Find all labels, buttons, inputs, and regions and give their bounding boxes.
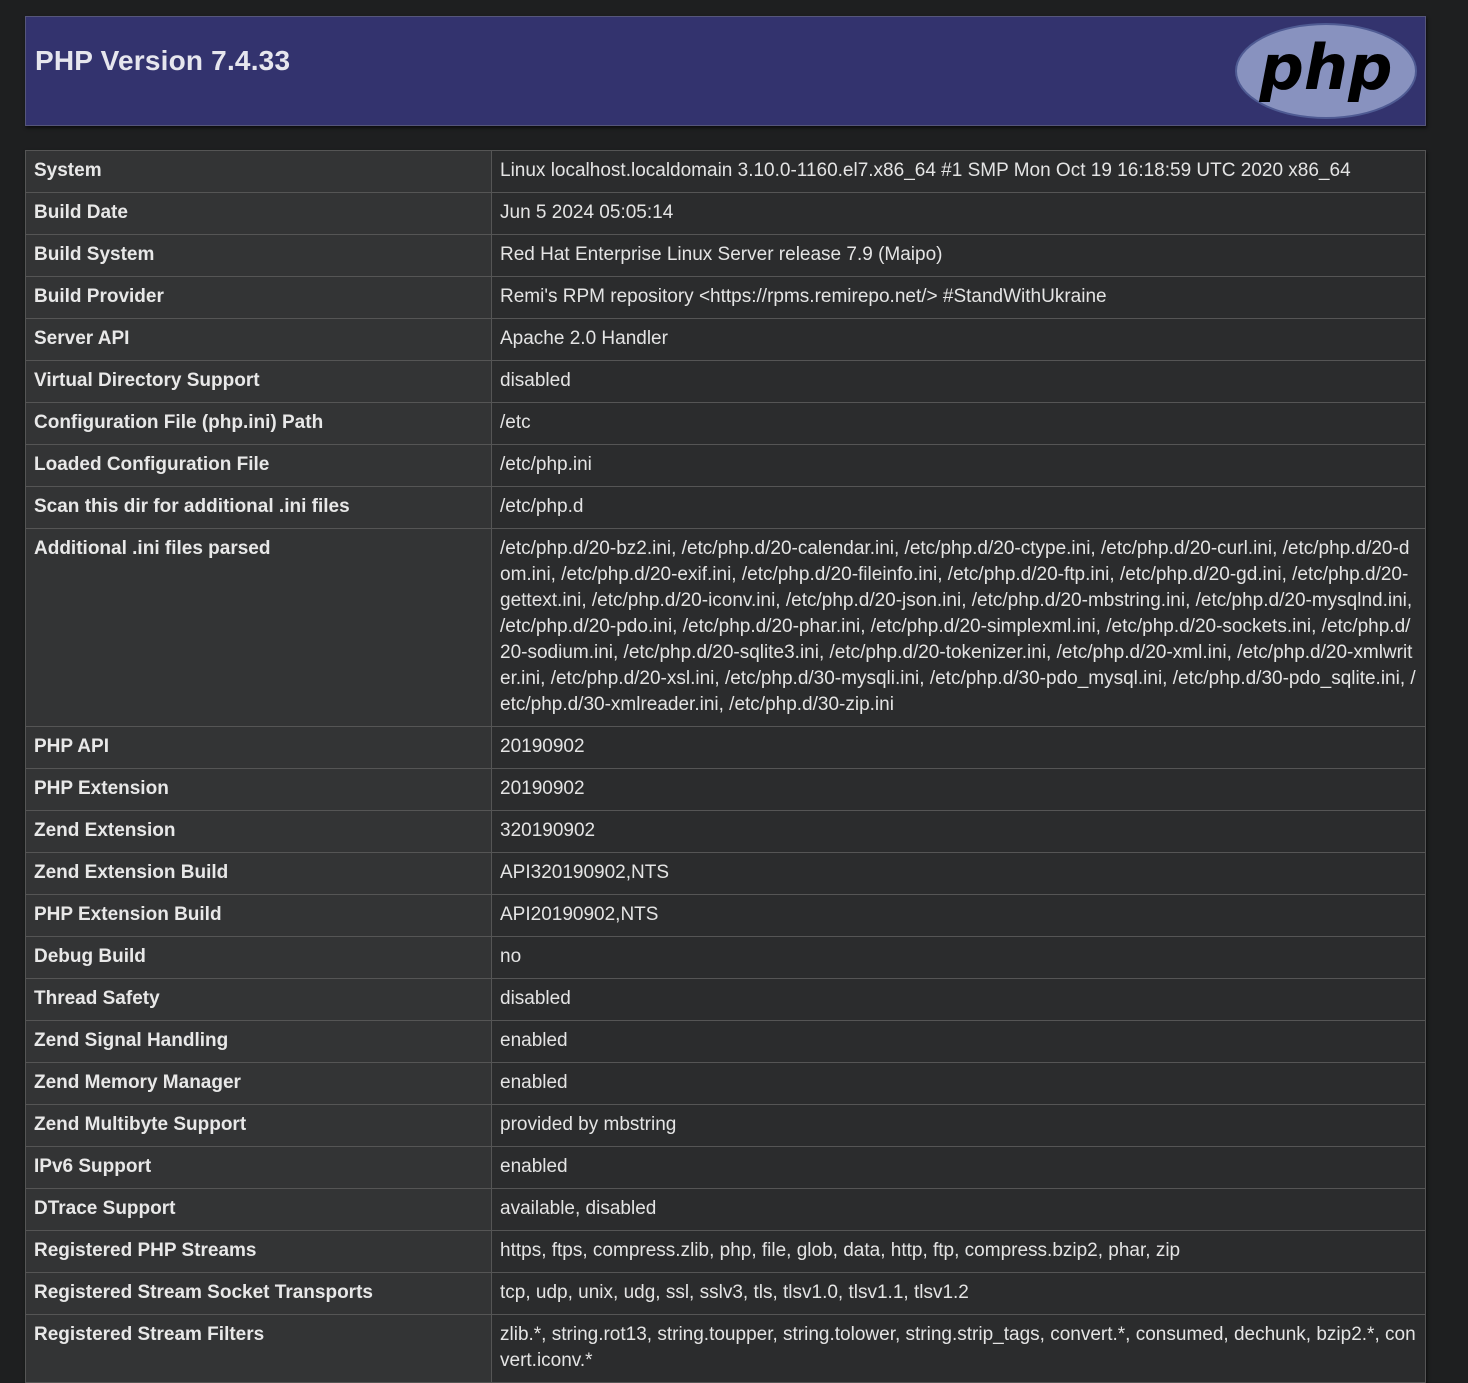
row-key: Registered Stream Filters (25, 1314, 492, 1383)
table-row: Zend Signal Handling enabled (25, 1020, 1426, 1063)
row-value: 20190902 (491, 726, 1426, 769)
table-row: Zend Memory Manager enabled (25, 1062, 1426, 1105)
row-key: Registered PHP Streams (25, 1230, 492, 1273)
row-key: DTrace Support (25, 1188, 492, 1231)
row-value: provided by mbstring (491, 1104, 1426, 1147)
row-value: disabled (491, 360, 1426, 403)
table-row: Registered Stream Filters zlib.*, string.… (25, 1314, 1426, 1383)
row-value: tcp, udp, unix, udg, ssl, sslv3, tls, tl… (491, 1272, 1426, 1315)
row-value: /etc/php.d (491, 486, 1426, 529)
row-value: Linux localhost.localdomain 3.10.0-1160.… (491, 150, 1426, 193)
row-key: PHP Extension Build (25, 894, 492, 937)
table-row: IPv6 Support enabled (25, 1146, 1426, 1189)
row-key: Configuration File (php.ini) Path (25, 402, 492, 445)
table-row: Scan this dir for additional .ini files /… (25, 486, 1426, 529)
table-row: Additional .ini files parsed/etc/php.d/2… (25, 528, 1426, 727)
table-row: System Linux localhost.localdomain 3.10.0… (25, 150, 1426, 193)
row-key: Build Provider (25, 276, 492, 319)
row-value: Apache 2.0 Handler (491, 318, 1426, 361)
info-table: System Linux localhost.localdomain 3.10.0… (25, 150, 1426, 1383)
version-header: PHP Version 7.4.33 php (25, 16, 1426, 126)
row-value: no (491, 936, 1426, 979)
table-row: PHP Extension Build API20190902,NTS (25, 894, 1426, 937)
row-value: disabled (491, 978, 1426, 1021)
table-row: Build Provider Remi's RPM repository <htt… (25, 276, 1426, 319)
row-value: /etc/php.ini (491, 444, 1426, 487)
table-row: PHP Extension 20190902 (25, 768, 1426, 811)
row-value: https, ftps, compress.zlib, php, file, g… (491, 1230, 1426, 1273)
row-key: Additional .ini files parsed (25, 528, 492, 727)
table-row: Zend Multibyte Support provided by mbstri… (25, 1104, 1426, 1147)
table-row: PHP API 20190902 (25, 726, 1426, 769)
row-key: IPv6 Support (25, 1146, 492, 1189)
table-row: Build Date Jun 5 2024 05:05:14 (25, 192, 1426, 235)
row-value: Jun 5 2024 05:05:14 (491, 192, 1426, 235)
row-key: Zend Extension (25, 810, 492, 853)
phpinfo-page: PHP Version 7.4.33 php System Linux local… (25, 16, 1426, 1383)
row-key: System (25, 150, 492, 193)
table-row: Server API Apache 2.0 Handler (25, 318, 1426, 361)
row-key: Zend Signal Handling (25, 1020, 492, 1063)
row-key: Debug Build (25, 936, 492, 979)
table-row: Virtual Directory Support disabled (25, 360, 1426, 403)
table-row: Registered Stream Socket Transports tcp, … (25, 1272, 1426, 1315)
row-key: Registered Stream Socket Transports (25, 1272, 492, 1315)
row-value: enabled (491, 1020, 1426, 1063)
row-key: PHP Extension (25, 768, 492, 811)
row-value: available, disabled (491, 1188, 1426, 1231)
row-value: enabled (491, 1146, 1426, 1189)
row-key: Build Date (25, 192, 492, 235)
row-key: Zend Multibyte Support (25, 1104, 492, 1147)
row-value: Remi's RPM repository <https://rpms.remi… (491, 276, 1426, 319)
row-value: enabled (491, 1062, 1426, 1105)
row-value: 320190902 (491, 810, 1426, 853)
table-row: DTrace Support available, disabled (25, 1188, 1426, 1231)
row-value: API20190902,NTS (491, 894, 1426, 937)
row-key: Virtual Directory Support (25, 360, 492, 403)
row-value: Red Hat Enterprise Linux Server release … (491, 234, 1426, 277)
table-row: Loaded Configuration File/etc/php.ini (25, 444, 1426, 487)
svg-text:php: php (1259, 31, 1393, 104)
row-key: Scan this dir for additional .ini files (25, 486, 492, 529)
row-key: Loaded Configuration File (25, 444, 492, 487)
page-title: PHP Version 7.4.33 (35, 45, 291, 76)
row-key: Server API (25, 318, 492, 361)
php-logo[interactable]: php (1235, 23, 1417, 119)
row-value: /etc (491, 402, 1426, 445)
row-key: Zend Extension Build (25, 852, 492, 895)
table-row: Debug Build no (25, 936, 1426, 979)
table-row: Registered PHP Streams https, ftps, compr… (25, 1230, 1426, 1273)
row-value: 20190902 (491, 768, 1426, 811)
row-key: Build System (25, 234, 492, 277)
row-value: zlib.*, string.rot13, string.toupper, st… (491, 1314, 1426, 1383)
row-value: API320190902,NTS (491, 852, 1426, 895)
table-row: Zend Extension 320190902 (25, 810, 1426, 853)
row-key: Thread Safety (25, 978, 492, 1021)
table-row: Configuration File (php.ini) Path/etc (25, 402, 1426, 445)
table-row: Build System Red Hat Enterprise Linux Ser… (25, 234, 1426, 277)
row-value: /etc/php.d/20-bz2.ini, /etc/php.d/20-cal… (491, 528, 1426, 727)
row-key: PHP API (25, 726, 492, 769)
row-key: Zend Memory Manager (25, 1062, 492, 1105)
table-row: Zend Extension Build API320190902,NTS (25, 852, 1426, 895)
table-row: Thread Safety disabled (25, 978, 1426, 1021)
